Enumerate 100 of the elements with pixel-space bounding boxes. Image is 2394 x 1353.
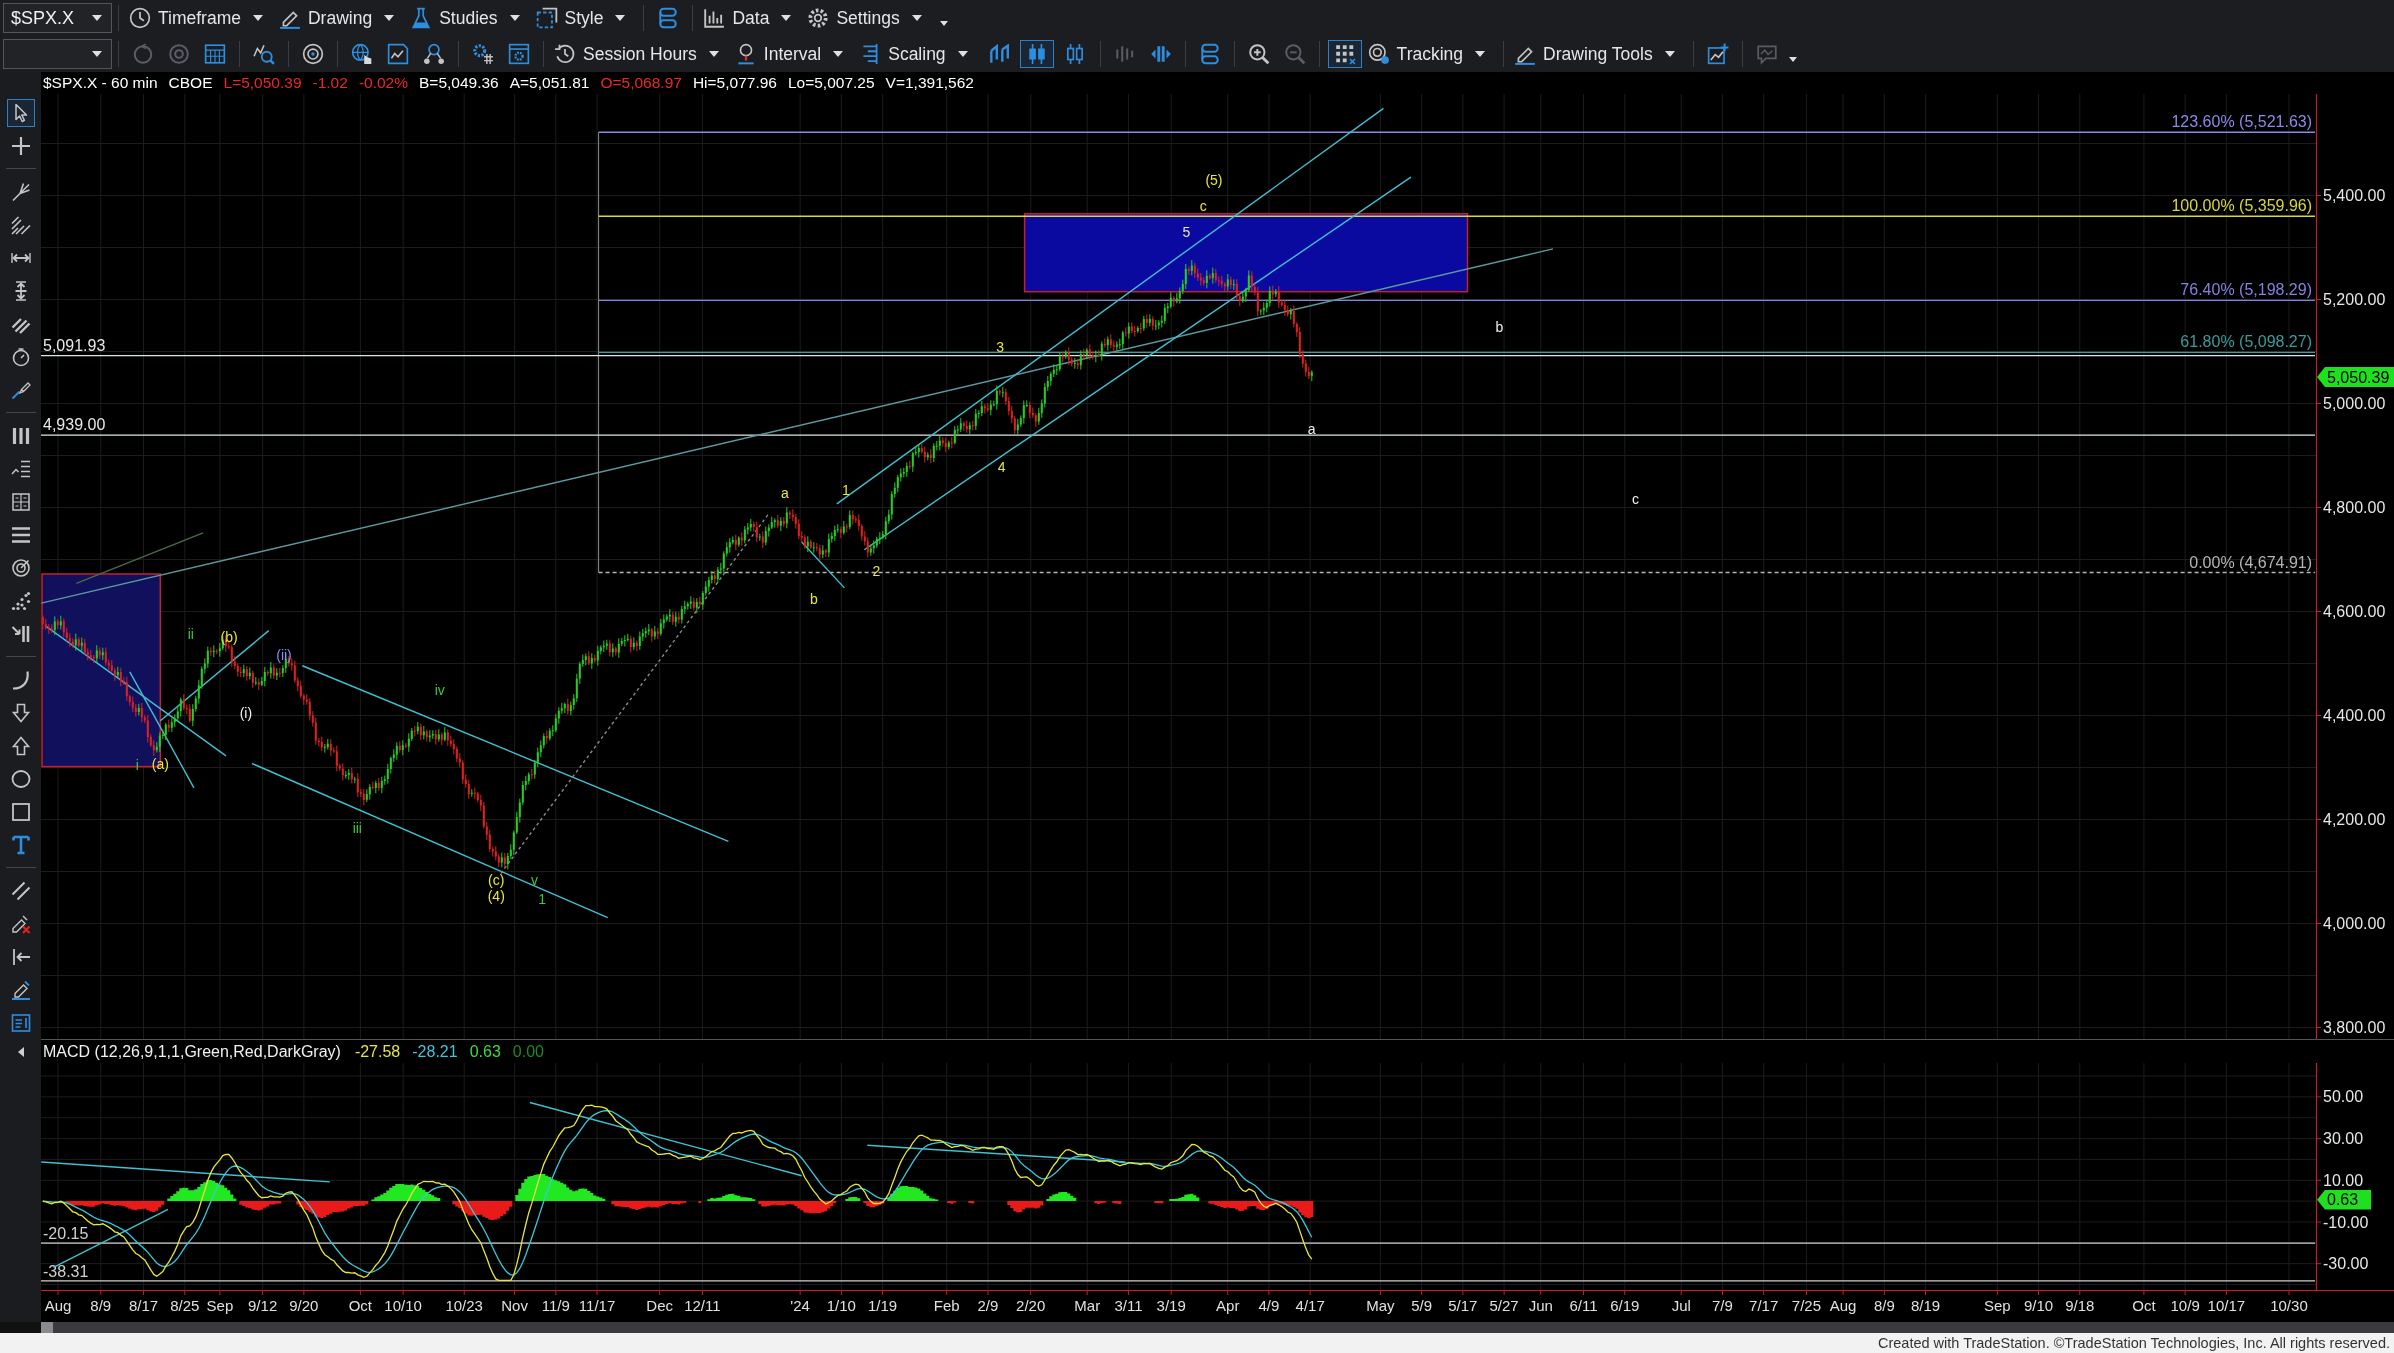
chart-plus-icon[interactable] bbox=[1706, 43, 1729, 65]
time-axis-label: 10/17 bbox=[2207, 1297, 2246, 1314]
indicator-title: MACD (12,26,9,1,1,Green,Red,DarkGray) bbox=[43, 1042, 341, 1061]
caret-icon bbox=[1664, 51, 1675, 57]
caret-icon bbox=[708, 51, 719, 57]
caret-icon[interactable] bbox=[17, 1047, 24, 1057]
down-arrow-icon bbox=[10, 702, 31, 723]
toolbar-menu[interactable]: Session Hours bbox=[550, 43, 723, 65]
time-axis-label: 5/27 bbox=[1489, 1297, 1519, 1314]
time-axis-label: 5/17 bbox=[1448, 1297, 1478, 1314]
last-value-tag: 0.63 bbox=[2317, 1190, 2371, 1210]
gear-hash-icon[interactable] bbox=[472, 43, 494, 65]
globe-icon[interactable] bbox=[351, 43, 373, 65]
caret-icon bbox=[833, 51, 844, 57]
quote-value: -1.02 bbox=[312, 74, 348, 92]
toolbar-menu[interactable]: Settings bbox=[803, 7, 926, 29]
caret-icon bbox=[615, 15, 626, 21]
bars-arrows-icon[interactable] bbox=[1149, 43, 1172, 65]
layout-icon[interactable] bbox=[657, 7, 680, 29]
calendar-grid-icon[interactable] bbox=[204, 43, 226, 65]
text-tool-icon bbox=[10, 834, 31, 855]
time-axis-label: Oct bbox=[348, 1297, 373, 1314]
toolbar-menu[interactable]: Drawing bbox=[275, 7, 399, 29]
wave-label: (a) bbox=[151, 755, 169, 772]
grid-toggle-button[interactable] bbox=[1327, 40, 1362, 68]
fib-level-label: 123.60% (5,521.63) bbox=[2171, 113, 2312, 131]
dropdown-field[interactable] bbox=[3, 39, 112, 69]
quote-value: Lo=5,007.25 bbox=[787, 74, 875, 92]
indicator-axis-label: 10.00 bbox=[2323, 1171, 2364, 1189]
arrow-bars-icon bbox=[10, 623, 31, 644]
wave-label: c bbox=[1199, 198, 1207, 215]
time-axis-label: 10/30 bbox=[2270, 1297, 2308, 1314]
time-axis-label: 3/11 bbox=[1114, 1297, 1143, 1314]
window-gear-icon[interactable] bbox=[508, 43, 530, 65]
quote-value: L=5,050.39 bbox=[223, 74, 302, 92]
horizontal-lines-icon bbox=[10, 524, 31, 545]
indicator-axis-label: -30.00 bbox=[2323, 1255, 2369, 1273]
layout-icon[interactable] bbox=[1198, 43, 1221, 65]
chart-style-button[interactable] bbox=[1019, 40, 1054, 68]
scrollbar-thumb[interactable] bbox=[41, 1322, 53, 1333]
horizontal-scrollbar[interactable] bbox=[41, 1322, 2394, 1333]
dots-icon bbox=[10, 590, 31, 611]
wave-label: 1 bbox=[842, 482, 850, 499]
toolbar-menu[interactable]: Timeframe bbox=[125, 7, 267, 29]
caret-icon bbox=[509, 15, 520, 21]
time-axis-label: Nov bbox=[501, 1297, 528, 1314]
toolbar-menu[interactable]: Tracking bbox=[1363, 43, 1490, 65]
ring-icon[interactable] bbox=[168, 43, 190, 65]
toolbar-menu[interactable]: Drawing Tools bbox=[1510, 43, 1679, 65]
target-icon[interactable] bbox=[302, 43, 324, 65]
time-axis-label: 7/17 bbox=[1749, 1297, 1779, 1314]
wave-label: a bbox=[781, 485, 789, 502]
indicator-value: 0.63 bbox=[469, 1042, 501, 1061]
bar-chart-icon bbox=[703, 7, 726, 29]
chat-icon[interactable] bbox=[1755, 43, 1778, 65]
caret-icon bbox=[957, 51, 968, 57]
time-axis-label: 9/12 bbox=[248, 1297, 278, 1314]
save-chart-icon[interactable] bbox=[387, 43, 409, 65]
network-icon[interactable] bbox=[423, 43, 445, 65]
toolbar-menu[interactable]: Interval bbox=[730, 43, 848, 65]
zoom-in-icon[interactable] bbox=[1247, 43, 1270, 65]
time-axis-label: 8/19 bbox=[1910, 1297, 1941, 1314]
wave-label: iii bbox=[352, 819, 362, 836]
wave-label: b bbox=[810, 590, 818, 607]
time-axis-label: 6/19 bbox=[1610, 1297, 1640, 1314]
bars-icon[interactable] bbox=[1113, 43, 1136, 65]
caret-icon[interactable] bbox=[1788, 56, 1797, 62]
wave-label: v bbox=[530, 871, 538, 888]
time-axis-label: Mar bbox=[1074, 1297, 1101, 1314]
indicator-axis-label: -10.00 bbox=[2323, 1213, 2369, 1231]
chart-magnifier-icon[interactable] bbox=[253, 43, 275, 65]
fib-level-label: 76.40% (5,198.29) bbox=[2180, 281, 2312, 299]
toolbar-menu[interactable]: Data bbox=[699, 7, 796, 29]
dashed-square-icon bbox=[535, 7, 558, 29]
quote-value: Hi=5,077.96 bbox=[692, 74, 777, 92]
arrow-to-bar-icon bbox=[10, 946, 31, 967]
arc-icon bbox=[10, 669, 31, 690]
quote-value: V=1,391,562 bbox=[885, 74, 974, 92]
last-price-tag: 5,050.39 bbox=[2317, 367, 2394, 387]
crosshair-icon bbox=[10, 135, 31, 156]
time-axis-label: Aug bbox=[1829, 1297, 1857, 1314]
toolbar-menu[interactable]: Studies bbox=[406, 7, 524, 29]
time-axis-label: 10/9 bbox=[2170, 1297, 2200, 1314]
toolbar-menu[interactable]: Scaling bbox=[855, 43, 972, 65]
time-axis-label: 7/25 bbox=[1791, 1297, 1822, 1314]
time-axis-label: 6/11 bbox=[1569, 1297, 1598, 1314]
time-axis-label: 9/18 bbox=[2065, 1297, 2095, 1314]
indicator-level-label: -20.15 bbox=[43, 1225, 89, 1243]
tool-button[interactable] bbox=[6, 98, 35, 127]
wave-label: i bbox=[135, 757, 139, 774]
caret-icon bbox=[92, 15, 102, 21]
time-axis-label: Jul bbox=[1671, 1297, 1691, 1314]
indicator-axis-label: 30.00 bbox=[2323, 1130, 2364, 1148]
quote-value: O=5,068.97 bbox=[600, 74, 682, 92]
clock-arrow-icon bbox=[554, 43, 576, 65]
symbol-field[interactable]: $SPX.X bbox=[3, 3, 112, 33]
zoom-out-icon[interactable] bbox=[1283, 43, 1306, 65]
caret-icon[interactable] bbox=[939, 20, 948, 26]
toolbar-menu[interactable]: Style bbox=[531, 7, 630, 29]
time-axis-label: 8/17 bbox=[128, 1297, 159, 1314]
